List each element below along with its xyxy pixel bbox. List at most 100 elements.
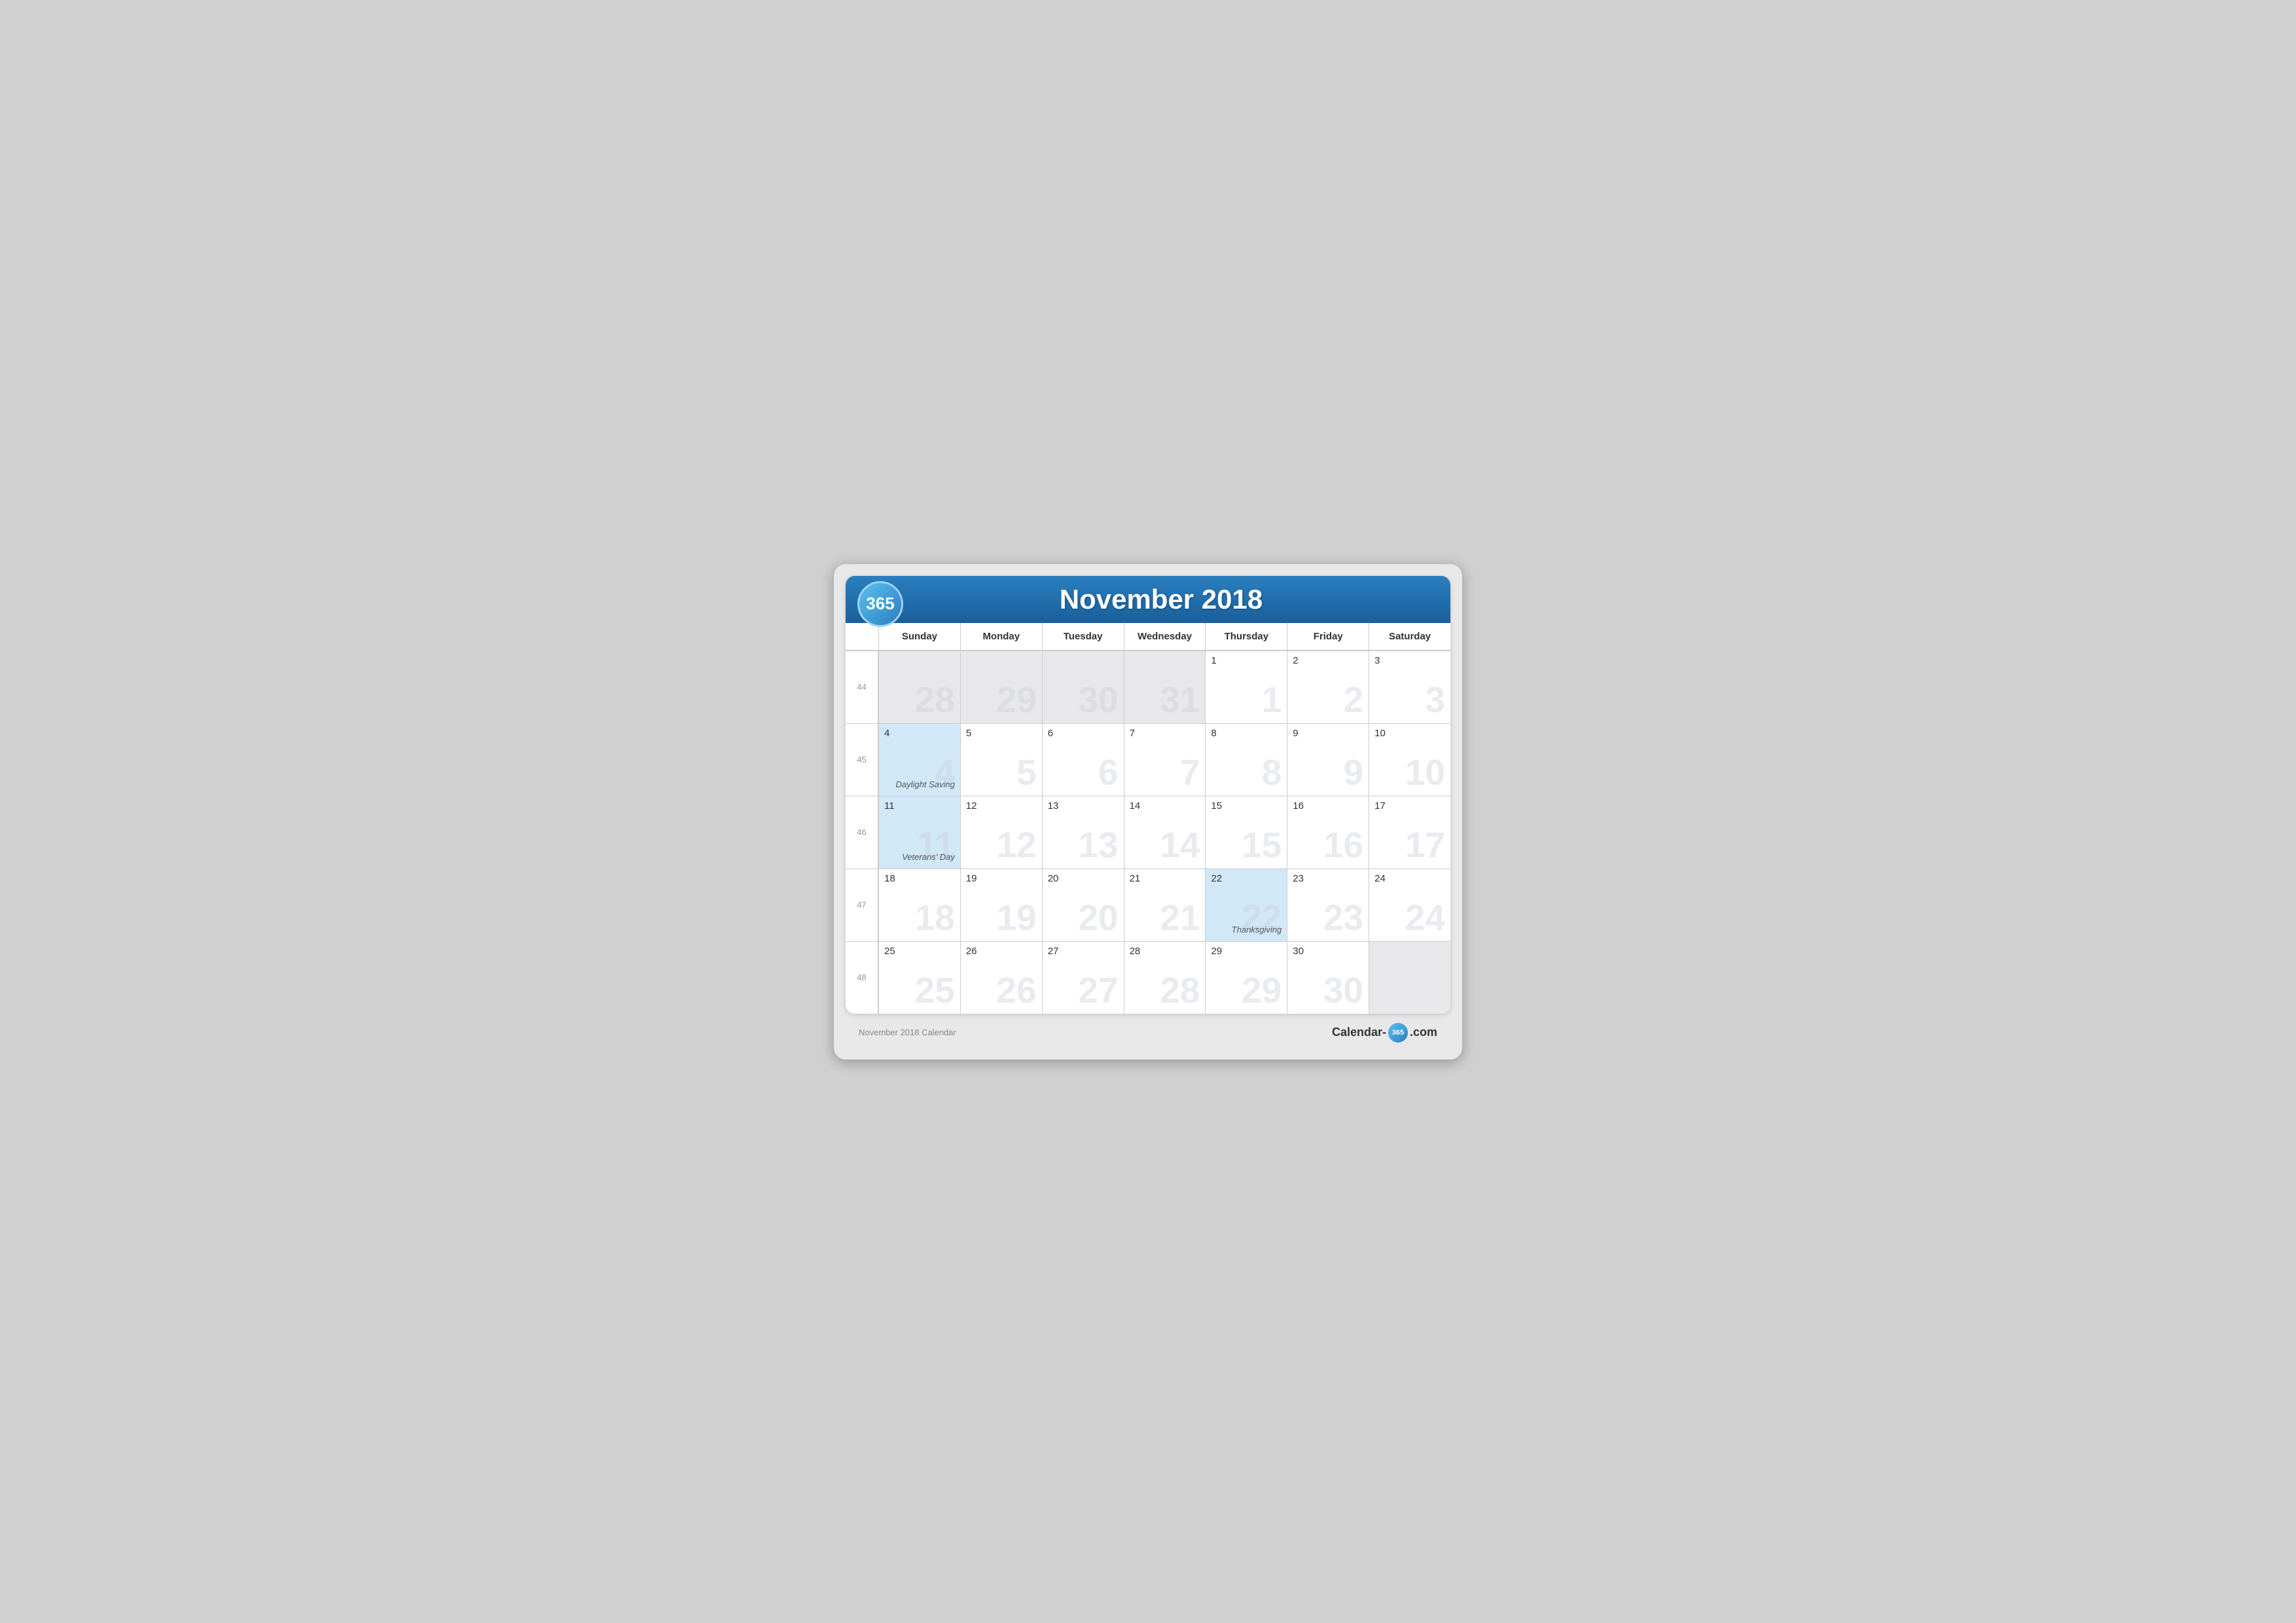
day-number: 19	[966, 873, 1037, 884]
logo-circle: 365	[857, 581, 903, 627]
day-number: 12	[966, 800, 1037, 812]
day-number: 8	[1211, 728, 1282, 739]
calendar-cell: 11	[1205, 651, 1287, 723]
day-number: 26	[966, 946, 1037, 957]
week-number: 44	[846, 651, 878, 723]
day-number: 10	[1374, 728, 1445, 739]
calendar-cell: 30 30	[1287, 942, 1369, 1014]
calendar-cell: 1414	[1124, 796, 1206, 868]
calendar-grid: 44282930311122334544Daylight Saving55667…	[846, 651, 1450, 1014]
footer: November 2018 Calendar Calendar- 365 .co…	[846, 1014, 1450, 1048]
watermark-number: 16	[1323, 827, 1363, 863]
day-number: 20	[1048, 873, 1119, 884]
day-header-sat: Saturday	[1369, 623, 1450, 650]
day-number: 6	[1048, 728, 1119, 739]
day-number: 27	[1048, 946, 1119, 957]
watermark-number: 19	[997, 900, 1037, 936]
calendar-cell: 2121	[1124, 869, 1206, 941]
day-number: 3	[1374, 655, 1445, 666]
watermark-number: 14	[1160, 827, 1200, 863]
footer-right-prefix: Calendar-	[1332, 1026, 1386, 1039]
watermark-number: 7	[1180, 755, 1200, 791]
watermark-number: 8	[1262, 755, 1282, 791]
calendar-row: 4718181919202021212222Thanksgiving232324…	[846, 868, 1450, 941]
watermark-number: 28	[915, 682, 955, 718]
week-num-header	[846, 623, 878, 650]
week-number: 48	[846, 942, 878, 1014]
calendar-cell: 1111Veterans' Day	[878, 796, 960, 868]
watermark-number: 27	[1078, 972, 1118, 1008]
calendar-cell: 26 26	[960, 942, 1042, 1014]
watermark-number: 24	[1405, 900, 1445, 936]
calendar-cell: 44Daylight Saving	[878, 724, 960, 796]
footer-right: Calendar- 365 .com	[1332, 1023, 1437, 1043]
day-number: 28	[1130, 946, 1200, 957]
day-header-fri: Friday	[1287, 623, 1369, 650]
calendar-container: 365 November 2018 Sunday Monday Tuesday …	[846, 576, 1450, 1014]
day-number: 2	[1293, 655, 1363, 666]
week-number: 47	[846, 869, 878, 941]
watermark-number: 17	[1405, 827, 1445, 863]
watermark-number: 29	[1242, 972, 1282, 1008]
calendar-cell: 77	[1124, 724, 1206, 796]
calendar-cell: 1515	[1205, 796, 1287, 868]
watermark-number: 5	[1016, 755, 1037, 791]
week-number: 45	[846, 724, 878, 796]
watermark-number: 20	[1078, 900, 1118, 936]
day-number: 21	[1130, 873, 1200, 884]
watermark-number: 18	[915, 900, 955, 936]
day-number: 30	[1293, 946, 1363, 957]
watermark-number: 6	[1098, 755, 1119, 791]
footer-right-suffix: .com	[1410, 1026, 1437, 1039]
event-label: Veterans' Day	[902, 852, 955, 862]
calendar-header: 365 November 2018	[846, 576, 1450, 623]
calendar-cell: 66	[1042, 724, 1124, 796]
watermark-number: 25	[915, 972, 955, 1008]
calendar-cell: 1717	[1369, 796, 1450, 868]
footer-left: November 2018 Calendar	[859, 1027, 956, 1037]
calendar-cell: 2525	[878, 942, 960, 1014]
watermark-number: 30	[1078, 682, 1118, 718]
calendar-cell: 99	[1287, 724, 1369, 796]
watermark-number: 30	[1323, 972, 1363, 1008]
calendar-cell: 88	[1205, 724, 1287, 796]
calendar-body: Sunday Monday Tuesday Wednesday Thursday…	[846, 623, 1450, 1014]
calendar-cell: 1212	[960, 796, 1042, 868]
day-number: 22	[1211, 873, 1282, 884]
day-number: 15	[1211, 800, 1282, 812]
watermark-number: 28	[1160, 972, 1200, 1008]
watermark-number: 13	[1078, 827, 1118, 863]
watermark-number: 15	[1242, 827, 1282, 863]
watermark-number: 2	[1344, 682, 1364, 718]
day-number: 23	[1293, 873, 1363, 884]
calendar-cell: 1818	[878, 869, 960, 941]
day-number: 4	[884, 728, 955, 739]
calendar-row: 4544Daylight Saving55667788991010	[846, 723, 1450, 796]
day-number: 13	[1048, 800, 1119, 812]
calendar-cell: 13 13	[1042, 796, 1124, 868]
day-header-sun: Sunday	[878, 623, 960, 650]
watermark-number: 23	[1323, 900, 1363, 936]
watermark-number: 10	[1405, 755, 1445, 791]
day-number: 1	[1211, 655, 1282, 666]
footer-logo-circle: 365	[1388, 1023, 1408, 1043]
logo-text: 365	[866, 594, 894, 614]
calendar-cell: 10 10	[1369, 724, 1450, 796]
week-number: 46	[846, 796, 878, 868]
day-number: 5	[966, 728, 1037, 739]
calendar-cell: 2222Thanksgiving	[1205, 869, 1287, 941]
days-header: Sunday Monday Tuesday Wednesday Thursday…	[846, 623, 1450, 651]
day-number: 9	[1293, 728, 1363, 739]
calendar-cell: 31	[1124, 651, 1206, 723]
day-number: 11	[884, 800, 955, 812]
calendar-cell: 55	[960, 724, 1042, 796]
day-number: 18	[884, 873, 955, 884]
calendar-cell: 2020	[1042, 869, 1124, 941]
calendar-row: 48252526262727282829293030	[846, 941, 1450, 1014]
watermark-number: 31	[1160, 682, 1200, 718]
watermark-number: 29	[997, 682, 1037, 718]
calendar-cell: 28 28	[1124, 942, 1206, 1014]
calendar-cell: 29	[960, 651, 1042, 723]
day-number: 17	[1374, 800, 1445, 812]
watermark-number: 26	[997, 972, 1037, 1008]
